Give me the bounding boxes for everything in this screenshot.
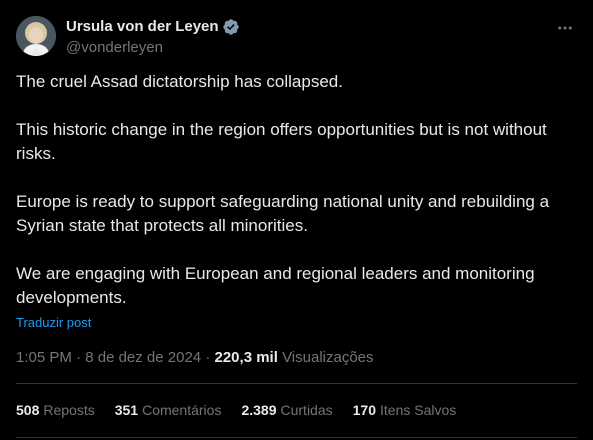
post-time[interactable]: 1:05 PM: [16, 349, 72, 366]
comments-count: 351: [114, 402, 139, 418]
tweet-meta: 1:05 PM · 8 de dez de 2024 · 220,3 mil V…: [16, 348, 374, 368]
author-names: Ursula von der Leyen @vonderleyen: [66, 17, 240, 58]
views-count: 220,3 mil: [214, 349, 278, 366]
engagement-stats: 508 Reposts 351 Comentários 2.389 Curtidas …: [16, 401, 476, 419]
divider: [16, 437, 577, 438]
reposts-label: Reposts: [43, 402, 95, 418]
tweet-paragraph: The cruel Assad dictatorship has collaps…: [16, 72, 343, 91]
display-name-row: Ursula von der Leyen: [66, 17, 240, 37]
tweet-detail: Ursula von der Leyen @vonderleyen The cr…: [0, 0, 593, 440]
author-handle[interactable]: @vonderleyen: [66, 38, 240, 58]
post-date[interactable]: 8 de dez de 2024: [85, 349, 201, 366]
tweet-header: Ursula von der Leyen @vonderleyen: [16, 12, 577, 60]
tweet-paragraph: We are engaging with European and region…: [16, 264, 535, 307]
avatar-photo: [16, 16, 56, 56]
tweet-text: The cruel Assad dictatorship has collaps…: [16, 70, 576, 310]
tweet-paragraph: Europe is ready to support safeguarding …: [16, 192, 550, 235]
likes-stat[interactable]: 2.389 Curtidas: [241, 401, 332, 419]
meta-separator: ·: [205, 349, 211, 366]
comments-stat[interactable]: 351 Comentários: [115, 401, 222, 419]
comments-label: Comentários: [142, 402, 222, 418]
reposts-stat[interactable]: 508 Reposts: [16, 401, 95, 419]
divider: [16, 383, 577, 384]
views-label: Visualizações: [282, 349, 374, 366]
verified-badge-icon[interactable]: [222, 18, 240, 36]
likes-label: Curtidas: [280, 402, 333, 418]
bookmarks-stat[interactable]: 170 Itens Salvos: [353, 401, 457, 419]
bookmarks-label: Itens Salvos: [380, 402, 457, 418]
avatar[interactable]: [16, 16, 56, 56]
display-name[interactable]: Ursula von der Leyen: [66, 17, 219, 37]
reposts-count: 508: [16, 402, 40, 418]
tweet-paragraph: This historic change in the region offer…: [16, 120, 547, 163]
more-options-button[interactable]: [553, 16, 577, 40]
more-horizontal-icon: [558, 26, 572, 30]
meta-separator: ·: [76, 349, 82, 366]
bookmarks-count: 170: [352, 402, 376, 418]
likes-count: 2.389: [241, 402, 277, 418]
translate-post-link[interactable]: Traduzir post: [16, 315, 91, 331]
